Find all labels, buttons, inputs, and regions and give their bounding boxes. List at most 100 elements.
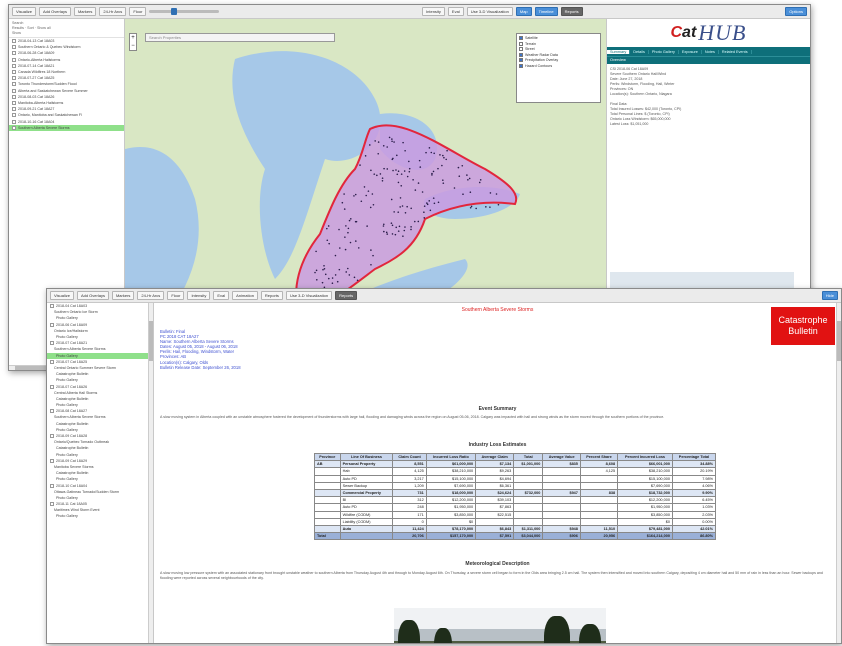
loss-marker[interactable] <box>431 174 433 176</box>
loss-marker[interactable] <box>403 170 406 172</box>
loss-marker[interactable] <box>326 239 329 242</box>
loss-marker[interactable] <box>425 151 427 154</box>
loss-marker[interactable] <box>344 236 346 238</box>
loss-marker[interactable] <box>386 168 389 170</box>
loss-marker[interactable] <box>399 197 402 199</box>
sidebar-scrollbar[interactable] <box>148 303 153 643</box>
loss-marker[interactable] <box>469 206 472 209</box>
toolbar-button-markers[interactable]: Markers <box>111 291 135 300</box>
loss-marker[interactable] <box>433 152 435 155</box>
zoom-out-button[interactable]: − <box>130 42 136 50</box>
loss-marker[interactable] <box>437 167 439 170</box>
zoom-in-button[interactable]: + <box>130 34 136 42</box>
loss-marker[interactable] <box>348 219 351 222</box>
loss-marker[interactable] <box>445 158 447 161</box>
layer-checkbox[interactable] <box>519 36 523 40</box>
loss-marker[interactable] <box>382 145 385 147</box>
loss-marker[interactable] <box>403 229 406 232</box>
map-search-input[interactable]: Search Properties <box>145 33 335 42</box>
loss-marker[interactable] <box>391 140 393 143</box>
loss-marker[interactable] <box>423 217 426 219</box>
loss-marker[interactable] <box>470 205 473 208</box>
loss-marker[interactable] <box>364 155 367 157</box>
loss-marker[interactable] <box>392 169 394 172</box>
loss-marker[interactable] <box>410 226 412 228</box>
loss-marker[interactable] <box>497 203 500 206</box>
loss-marker[interactable] <box>478 181 481 184</box>
toolbar-button-reports[interactable]: Reports <box>260 291 283 300</box>
tab-notes[interactable]: Notes <box>702 49 719 54</box>
loss-marker[interactable] <box>349 218 352 220</box>
loss-marker[interactable] <box>315 250 317 253</box>
loss-marker[interactable] <box>338 228 340 231</box>
loss-marker[interactable] <box>458 175 461 178</box>
loss-marker[interactable] <box>336 280 339 283</box>
loss-marker[interactable] <box>457 166 460 169</box>
loss-marker[interactable] <box>383 167 385 170</box>
loss-marker[interactable] <box>315 279 318 281</box>
loss-marker[interactable] <box>379 173 382 175</box>
tab-details[interactable]: Details <box>630 49 649 54</box>
loss-marker[interactable] <box>442 182 445 184</box>
loss-marker[interactable] <box>354 240 357 242</box>
loss-marker[interactable] <box>433 202 436 205</box>
loss-marker[interactable] <box>343 208 346 210</box>
item-checkbox[interactable] <box>12 100 16 105</box>
loss-marker[interactable] <box>349 241 352 244</box>
loss-marker[interactable] <box>331 282 334 284</box>
loss-marker[interactable] <box>338 268 341 271</box>
loss-marker[interactable] <box>428 200 431 202</box>
item-checkbox[interactable] <box>12 125 16 130</box>
loss-marker[interactable] <box>347 231 349 234</box>
loss-marker[interactable] <box>363 186 366 188</box>
toolbar-button-visualize[interactable]: Visualize <box>12 7 36 16</box>
loss-marker[interactable] <box>413 220 416 223</box>
loss-marker[interactable] <box>391 158 394 161</box>
loss-marker[interactable] <box>437 201 440 204</box>
layer-option[interactable]: Terrain <box>519 41 598 46</box>
loss-marker[interactable] <box>334 254 337 257</box>
sidebar-event-item[interactable]: Southern Alberta Severe Storms <box>9 124 124 131</box>
toolbar-button-markers[interactable]: Markers <box>73 7 97 16</box>
item-checkbox[interactable] <box>50 502 54 507</box>
loss-marker[interactable] <box>397 170 400 173</box>
item-checkbox[interactable] <box>50 384 54 389</box>
loss-marker[interactable] <box>398 225 401 228</box>
loss-marker[interactable] <box>446 149 448 152</box>
loss-marker[interactable] <box>461 164 464 167</box>
loss-marker[interactable] <box>485 206 487 208</box>
options-button[interactable]: Options <box>785 7 808 16</box>
loss-marker[interactable] <box>426 202 428 204</box>
loss-marker[interactable] <box>327 277 330 280</box>
item-checkbox[interactable] <box>12 107 16 112</box>
loss-marker[interactable] <box>343 193 345 195</box>
loss-marker[interactable] <box>418 159 421 162</box>
loss-marker[interactable] <box>323 267 326 270</box>
loss-marker[interactable] <box>410 207 412 210</box>
loss-marker[interactable] <box>441 164 443 167</box>
layer-checkbox[interactable] <box>519 47 523 51</box>
loss-marker[interactable] <box>344 248 347 251</box>
loss-marker[interactable] <box>489 206 491 208</box>
loss-marker[interactable] <box>402 141 404 144</box>
item-checkbox[interactable] <box>12 45 16 50</box>
loss-marker[interactable] <box>372 254 374 257</box>
loss-marker[interactable] <box>397 211 400 213</box>
loss-marker[interactable] <box>393 211 395 213</box>
item-checkbox[interactable] <box>12 94 16 99</box>
loss-marker[interactable] <box>442 179 444 181</box>
loss-marker[interactable] <box>354 220 357 223</box>
loss-marker[interactable] <box>381 177 384 179</box>
loss-marker[interactable] <box>374 140 376 142</box>
toolbar-button-24-hr-arcs[interactable]: 24-Hr Arcs <box>137 291 165 300</box>
loss-marker[interactable] <box>314 271 316 274</box>
loss-marker[interactable] <box>421 191 424 193</box>
layer-checkbox[interactable] <box>519 58 523 62</box>
loss-marker[interactable] <box>388 136 391 139</box>
toolbar-reports-button[interactable]: Reports <box>560 7 583 16</box>
item-checkbox[interactable] <box>50 304 54 309</box>
loss-marker[interactable] <box>356 279 359 282</box>
toolbar-button-add-overlays[interactable]: Add Overlays <box>76 291 109 300</box>
map-zoom-control[interactable]: + − <box>129 33 137 51</box>
loss-marker[interactable] <box>408 160 410 163</box>
